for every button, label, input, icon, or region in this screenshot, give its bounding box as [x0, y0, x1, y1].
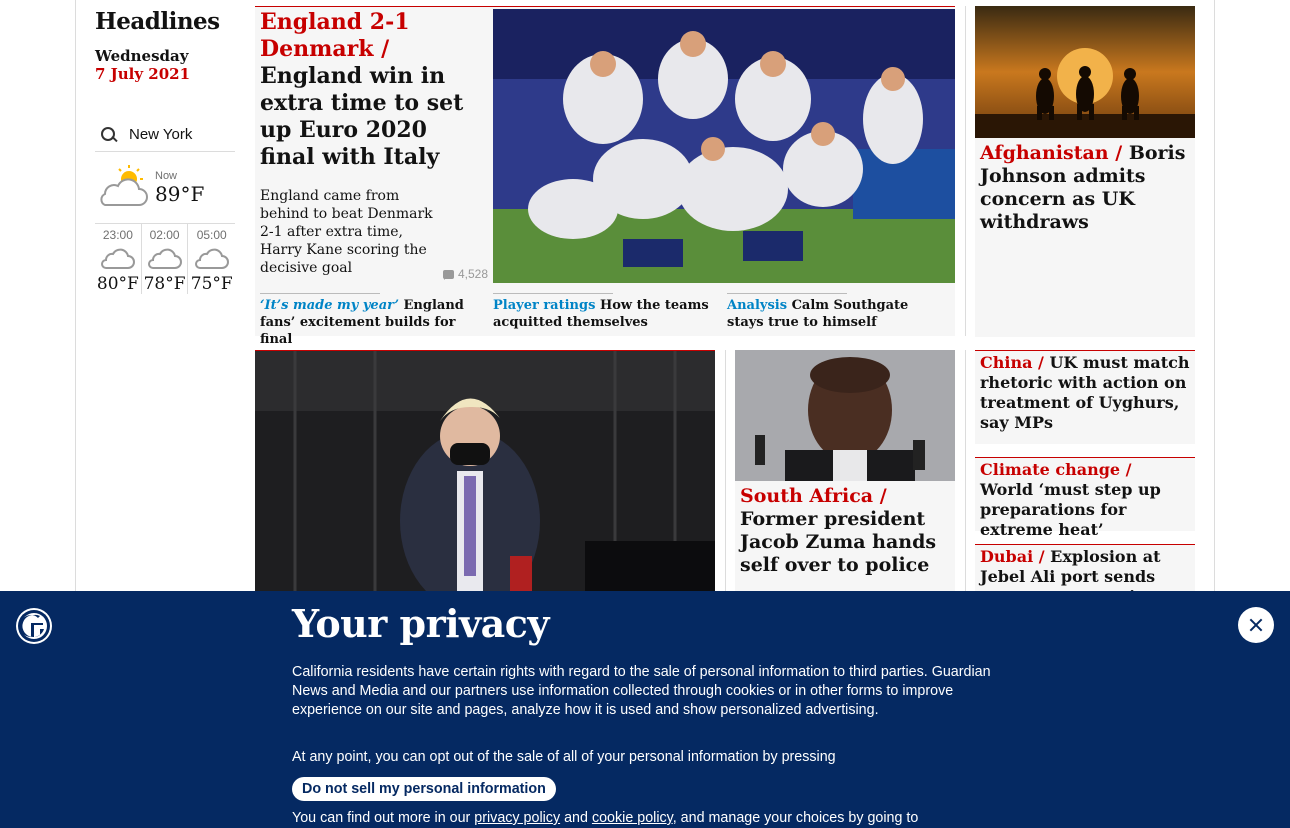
- privacy-banner: Your privacy California residents have c…: [0, 591, 1290, 828]
- johnson-photo: [255, 351, 715, 600]
- cookie-policy-link[interactable]: cookie policy: [592, 810, 673, 826]
- climate-kicker: Climate change /: [980, 460, 1132, 479]
- afghanistan-photo: [975, 6, 1195, 138]
- column-divider: [965, 6, 966, 336]
- lead-standfirst: England came from behind to beat Denmark…: [260, 188, 433, 276]
- column-divider: [965, 350, 966, 600]
- climate-headline: World ‘must step up preparations for ext…: [980, 480, 1161, 539]
- zuma-photo: [735, 350, 955, 481]
- weather-now: Now 89°F: [95, 152, 235, 224]
- search-icon: [101, 125, 125, 145]
- privacy-opt-out-text: At any point, you can opt out of the sal…: [292, 749, 836, 765]
- comment-count-value: 4,528: [458, 267, 489, 281]
- forecast-temp: 75°F: [190, 274, 233, 294]
- sublink-kicker: ‘It’s made my year’: [260, 298, 399, 313]
- zuma-story-card[interactable]: South Africa / Former president Jacob Zu…: [735, 350, 955, 600]
- more-suffix: , and manage your choices by going to: [672, 810, 919, 826]
- lead-headline-text: England win in extra time to set up Euro…: [260, 63, 464, 170]
- guardian-logo: [16, 608, 52, 644]
- current-date: 7 July 2021: [95, 65, 191, 83]
- zuma-image: [735, 350, 955, 481]
- forecast-temp: 80°F: [96, 274, 139, 294]
- privacy-title: Your privacy: [292, 601, 550, 646]
- zuma-headline-text: Former president Jacob Zuma hands self o…: [740, 508, 937, 576]
- privacy-text: California residents have certain rights…: [292, 664, 991, 718]
- privacy-policy-link[interactable]: privacy policy: [474, 810, 560, 826]
- forecast-slot: 23:00 80°F: [95, 224, 142, 294]
- more-and: and: [564, 810, 588, 826]
- lead-kicker: England 2-1 Denmark /: [260, 9, 410, 62]
- china-kicker: China /: [980, 353, 1044, 372]
- dubai-kicker: Dubai /: [980, 547, 1045, 566]
- close-icon[interactable]: [1238, 607, 1274, 643]
- weather-now-temp: 89°F: [155, 181, 205, 206]
- cloud-icon: [194, 248, 229, 269]
- headlines-header: Headlines Wednesday 7 July 2021: [95, 8, 245, 83]
- sun-cloud-icon: [100, 164, 148, 206]
- weather-forecast: 23:00 80°F 02:00 78°F 05:00 75°F: [95, 224, 235, 294]
- zuma-headline[interactable]: South Africa / Former president Jacob Zu…: [735, 481, 955, 581]
- lead-photo[interactable]: [493, 9, 955, 283]
- sublink-kicker: Analysis: [727, 298, 788, 313]
- forecast-slot: 05:00 75°F: [188, 224, 235, 294]
- cloud-icon: [100, 248, 135, 269]
- lead-story-card[interactable]: England 2-1 Denmark / England win in ext…: [255, 6, 955, 347]
- comment-count[interactable]: 4,528: [443, 267, 488, 281]
- forecast-time: 02:00: [149, 228, 180, 242]
- climate-story-card[interactable]: Climate change / World ‘must step up pre…: [975, 457, 1195, 539]
- football-celebration-image: [493, 9, 955, 283]
- forecast-temp: 78°F: [143, 274, 186, 294]
- afghanistan-headline[interactable]: Afghanistan / Boris Johnson admits conce…: [975, 138, 1195, 238]
- current-day: Wednesday: [95, 47, 189, 65]
- cloud-icon: [147, 248, 182, 269]
- weather-location-search[interactable]: New York: [95, 118, 235, 152]
- weather-widget: New York Now 89°F 23:00 80°F 02:00 78°F …: [95, 118, 235, 294]
- privacy-more-text: You can find out more in our privacy pol…: [292, 810, 918, 826]
- page-title: Headlines: [95, 8, 220, 35]
- china-story-card[interactable]: China / UK must match rhetoric with acti…: [975, 350, 1195, 444]
- weather-now-label: Now: [155, 169, 178, 182]
- sublink-fans[interactable]: ‘It’s made my year’ England fans’ excite…: [260, 293, 480, 348]
- sublink-analysis[interactable]: Analysis Calm Southgate stays true to hi…: [727, 293, 947, 331]
- lead-headline[interactable]: England 2-1 Denmark / England win in ext…: [260, 9, 485, 171]
- column-divider: [725, 350, 726, 600]
- do-not-sell-button[interactable]: Do not sell my personal information: [292, 777, 556, 801]
- afghanistan-story-card[interactable]: Afghanistan / Boris Johnson admits conce…: [975, 6, 1195, 337]
- weather-location: New York: [129, 126, 193, 143]
- forecast-time: 05:00: [196, 228, 227, 242]
- comment-icon: [443, 269, 454, 280]
- sublink-kicker: Player ratings: [493, 298, 596, 313]
- sublink-player-ratings[interactable]: Player ratings How the teams acquitted t…: [493, 293, 713, 331]
- forecast-slot: 02:00 78°F: [142, 224, 189, 294]
- more-prefix: You can find out more in our: [292, 810, 471, 826]
- guardian-g-icon: [18, 610, 50, 642]
- soldiers-sunset-image: [975, 6, 1195, 138]
- afghanistan-kicker: Afghanistan /: [980, 142, 1123, 164]
- zuma-kicker: South Africa /: [740, 485, 887, 507]
- forecast-time: 23:00: [102, 228, 133, 242]
- johnson-story-card[interactable]: [255, 350, 715, 600]
